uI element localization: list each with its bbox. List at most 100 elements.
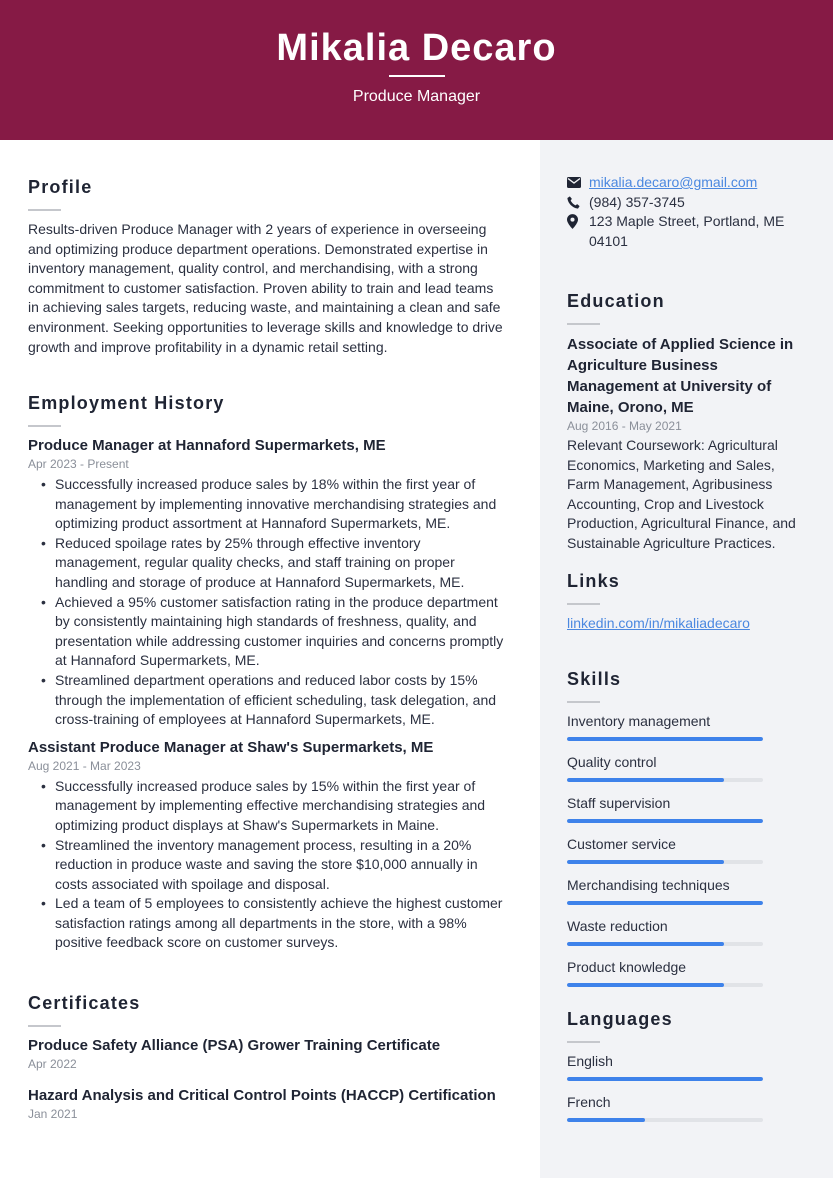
- skill-item: Staff supervision: [567, 794, 807, 823]
- envelope-icon: [567, 173, 589, 193]
- skill-name: Customer service: [567, 836, 676, 852]
- section-divider: [28, 425, 61, 427]
- contact-details: mikalia.decaro@gmail.com (984) 357-3745 …: [567, 173, 807, 251]
- language-level-fill: [567, 1077, 763, 1081]
- job-bullet: Successfully increased produce sales by …: [28, 475, 508, 534]
- map-pin-icon: [567, 212, 589, 232]
- degree-title: Associate of Applied Science in Agricult…: [567, 336, 794, 416]
- language-name: English: [567, 1053, 613, 1069]
- education-dates: Aug 2016 - May 2021: [567, 419, 682, 433]
- skill-name: Inventory management: [567, 713, 711, 729]
- skill-level-fill: [567, 860, 724, 864]
- certificate-title: Produce Safety Alliance (PSA) Grower Tra…: [28, 1037, 441, 1054]
- education-description: Relevant Coursework: Agricultural Econom…: [567, 437, 796, 551]
- header-divider: [389, 75, 445, 77]
- address-text: 123 Maple Street, Portland, ME 04101: [589, 213, 785, 249]
- section-divider: [567, 323, 600, 325]
- skill-level-fill: [567, 983, 724, 987]
- section-divider: [28, 209, 61, 211]
- job-bullets: Successfully increased produce sales by …: [28, 475, 508, 730]
- employment-section: Employment History Produce Manager at Ha…: [28, 392, 508, 953]
- language-level-fill: [567, 1118, 646, 1122]
- job-bullet: Streamlined the inventory management pro…: [28, 836, 508, 895]
- skill-item: Quality control: [567, 753, 807, 782]
- languages-list: English French: [567, 1052, 807, 1122]
- skill-name: Waste reduction: [567, 918, 668, 934]
- job-title: Assistant Produce Manager at Shaw's Supe…: [28, 738, 434, 756]
- certificates-section: Certificates Produce Safety Alliance (PS…: [28, 992, 508, 1123]
- section-divider: [567, 701, 600, 703]
- language-level-bar: [567, 1077, 763, 1081]
- skill-level-fill: [567, 942, 724, 946]
- skill-level-bar: [567, 819, 763, 823]
- certificate-title: Hazard Analysis and Critical Control Poi…: [28, 1087, 496, 1104]
- links-heading: Links: [567, 571, 621, 591]
- profile-heading: Profile: [28, 177, 93, 197]
- skill-level-bar: [567, 901, 763, 905]
- skill-level-fill: [567, 819, 763, 823]
- language-level-bar: [567, 1118, 763, 1122]
- job-dates: Aug 2021 - Mar 2023: [28, 758, 141, 773]
- skill-item: Merchandising techniques: [567, 876, 807, 905]
- resume-header: Mikalia Decaro Produce Manager: [0, 0, 833, 140]
- phone-icon: [567, 193, 589, 213]
- certificate-entry: Hazard Analysis and Critical Control Poi…: [28, 1086, 508, 1123]
- job-title: Produce Manager at Hannaford Supermarket…: [28, 437, 386, 454]
- skill-level-bar: [567, 778, 763, 782]
- skill-item: Product knowledge: [567, 958, 807, 987]
- profile-summary: Results-driven Produce Manager with 2 ye…: [28, 221, 503, 355]
- skill-level-bar: [567, 737, 763, 741]
- languages-heading: Languages: [567, 1009, 673, 1029]
- skill-name: Staff supervision: [567, 795, 671, 811]
- skill-level-bar: [567, 983, 763, 987]
- education-section: Education Associate of Applied Science i…: [567, 290, 807, 554]
- profile-section: Profile Results-driven Produce Manager w…: [28, 176, 508, 357]
- language-name: French: [567, 1094, 611, 1110]
- skill-level-fill: [567, 778, 724, 782]
- phone-number: (984) 357-3745: [589, 193, 685, 210]
- main-column: Profile Results-driven Produce Manager w…: [0, 140, 540, 1178]
- skill-level-fill: [567, 901, 763, 905]
- languages-section: Languages English French: [567, 1008, 807, 1134]
- job-bullet: Reduced spoilage rates by 25% through ef…: [28, 534, 508, 593]
- section-divider: [567, 603, 600, 605]
- job-bullet: Successfully increased produce sales by …: [28, 777, 508, 836]
- skills-list: Inventory management Quality control Sta…: [567, 712, 807, 987]
- candidate-title: Produce Manager: [352, 88, 481, 105]
- links-section: Links linkedin.com/in/mikaliadecaro: [567, 570, 807, 634]
- section-divider: [28, 1025, 61, 1027]
- skill-item: Inventory management: [567, 712, 807, 741]
- skill-name: Merchandising techniques: [567, 877, 730, 893]
- language-item: English: [567, 1052, 807, 1081]
- skills-heading: Skills: [567, 669, 622, 689]
- candidate-name: Mikalia Decaro: [276, 27, 557, 69]
- skill-level-bar: [567, 860, 763, 864]
- contact-phone: (984) 357-3745: [567, 193, 807, 213]
- skills-section: Skills Inventory management Quality cont…: [567, 668, 807, 999]
- skill-item: Customer service: [567, 835, 807, 864]
- email-link[interactable]: mikalia.decaro@gmail.com: [589, 173, 757, 193]
- skill-level-bar: [567, 942, 763, 946]
- section-divider: [567, 1041, 600, 1043]
- job-entry: Produce Manager at Hannaford Supermarket…: [28, 436, 508, 730]
- skill-name: Product knowledge: [567, 959, 687, 975]
- sidebar: mikalia.decaro@gmail.com (984) 357-3745 …: [540, 140, 833, 1178]
- linkedin-link[interactable]: linkedin.com/in/mikaliadecaro: [567, 615, 750, 631]
- certificates-heading: Certificates: [28, 993, 141, 1013]
- contact-email: mikalia.decaro@gmail.com: [567, 173, 807, 193]
- employment-heading: Employment History: [28, 393, 225, 413]
- certificate-date: Jan 2021: [28, 1107, 78, 1121]
- certificate-date: Apr 2022: [28, 1057, 77, 1071]
- job-bullet: Achieved a 95% customer satisfaction rat…: [28, 593, 508, 671]
- certificate-entry: Produce Safety Alliance (PSA) Grower Tra…: [28, 1036, 508, 1073]
- skill-name: Quality control: [567, 754, 657, 770]
- job-bullet: Streamlined department operations and re…: [28, 671, 508, 730]
- job-entry: Assistant Produce Manager at Shaw's Supe…: [28, 738, 508, 953]
- contact-address: 123 Maple Street, Portland, ME 04101: [567, 212, 807, 251]
- education-heading: Education: [567, 291, 665, 311]
- skill-level-fill: [567, 737, 763, 741]
- job-dates: Apr 2023 - Present: [28, 457, 129, 471]
- job-bullet: Led a team of 5 employees to consistentl…: [28, 894, 508, 953]
- job-bullets: Successfully increased produce sales by …: [28, 777, 508, 953]
- language-item: French: [567, 1093, 807, 1122]
